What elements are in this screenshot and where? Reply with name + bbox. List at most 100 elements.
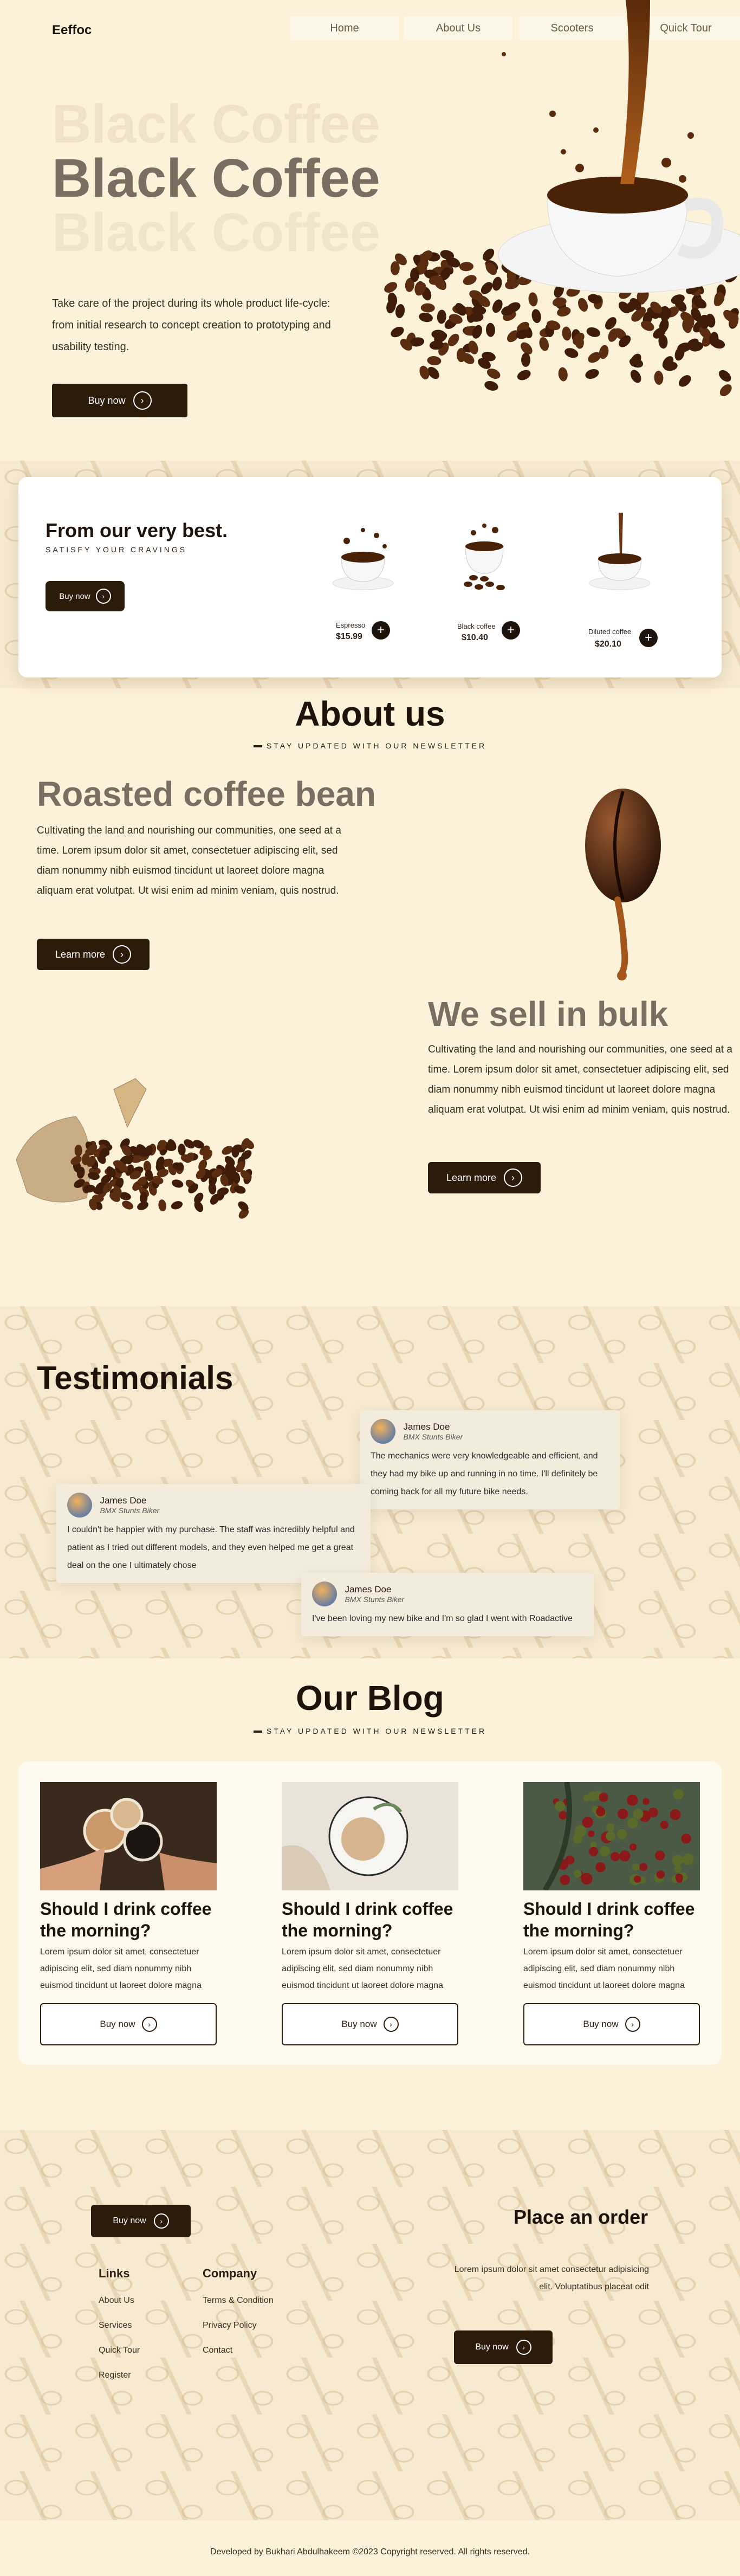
place-order-title: Place an order	[514, 2206, 648, 2228]
testimonial-card-3: James Doe BMX Stunts Biker I've been lov…	[301, 1573, 594, 1636]
blog-post-title[interactable]: Should I drink coffee the morning?	[523, 1898, 718, 1941]
copyright-text: Developed by Bukhari Abdulhakeem ©2023 C…	[210, 2547, 530, 2556]
best-title: From our very best.	[46, 519, 228, 541]
product-black-coffee-image	[464, 524, 505, 590]
blog-post-text: Lorem ipsum dolor sit amet, consectetuer…	[40, 1947, 202, 1990]
footer-buy-now-button[interactable]: Buy now ›	[91, 2205, 191, 2237]
roasted-title: Roasted coffee bean	[37, 774, 376, 814]
hero-title: Black Coffee	[52, 148, 380, 209]
product-espresso-price: $15.99	[336, 632, 362, 641]
place-order-text: Lorem ipsum dolor sit amet consectetur a…	[454, 2265, 649, 2291]
plus-icon[interactable]: +	[639, 629, 658, 647]
blog-title: Our Blog	[296, 1678, 444, 1718]
footer-link-quick-tour[interactable]: Quick Tour	[99, 2346, 140, 2355]
arrow-right-icon: ›	[153, 2213, 169, 2229]
blog-card-1: Should I drink coffee the morning? Lorem…	[40, 1782, 235, 1994]
blog-card-3: Should I drink coffee the morning? Lorem…	[523, 1782, 718, 1994]
blog-post-text: Lorem ipsum dolor sit amet, consectetuer…	[282, 1947, 443, 1990]
blog-post-title[interactable]: Should I drink coffee the morning?	[282, 1898, 477, 1941]
blog-image-coffee-cherries	[523, 1782, 700, 1890]
arrow-right-icon: ›	[516, 2340, 531, 2355]
bulk-text: Cultivating the land and nourishing our …	[428, 1044, 732, 1115]
place-order-buy-now-button[interactable]: Buy now ›	[454, 2330, 553, 2364]
footer-company-title: Company	[203, 2267, 257, 2280]
hero-title-ghost-bottom: Black Coffee	[52, 202, 380, 263]
testimonial-card-2: James Doe BMX Stunts Biker I couldn't be…	[56, 1484, 371, 1583]
footer-buy-now-label: Buy now	[113, 2216, 146, 2225]
product-espresso-name: Espresso	[336, 621, 366, 629]
blog-buy-now-button-3[interactable]: Buy now ›	[523, 2003, 700, 2045]
best-subtitle: SATISFY YOUR CRAVINGS	[46, 545, 187, 554]
about-subtitle-text: STAY UPDATED WITH OUR NEWSLETTER	[266, 741, 487, 750]
blog-buy-now-label: Buy now	[341, 2019, 377, 2029]
testimonial-name: James Doe	[100, 1495, 147, 1506]
blog-buy-now-button-2[interactable]: Buy now ›	[282, 2003, 458, 2045]
about-title: About us	[295, 694, 445, 733]
product-diluted-coffee-name: Diluted coffee	[588, 628, 632, 636]
hero-coffee-cup-image	[384, 0, 740, 397]
arrow-right-icon: ›	[625, 2017, 640, 2032]
bulk-learn-more-button[interactable]: Learn more ›	[428, 1162, 541, 1193]
place-order-buy-now-label: Buy now	[475, 2342, 509, 2352]
blog-subtitle: STAY UPDATED WITH OUR NEWSLETTER	[0, 1727, 740, 1735]
blog-subtitle-text: STAY UPDATED WITH OUR NEWSLETTER	[266, 1727, 487, 1735]
testimonial-text: I've been loving my new bike and I'm so …	[312, 1614, 573, 1623]
blog-card-2: Should I drink coffee the morning? Lorem…	[282, 1782, 477, 1994]
hero-description: Take care of the project during its whol…	[52, 298, 331, 353]
testimonials-title: Testimonials	[37, 1360, 233, 1396]
testimonial-role: BMX Stunts Biker	[100, 1506, 160, 1515]
testimonial-name: James Doe	[403, 1422, 450, 1432]
arrow-right-icon: ›	[383, 2017, 399, 2032]
hero-buy-now-label: Buy now	[88, 395, 126, 406]
product-diluted-coffee-image	[589, 513, 651, 590]
blog-image-cups	[40, 1782, 217, 1890]
blog-post-text: Lorem ipsum dolor sit amet, consectetuer…	[523, 1947, 685, 1990]
hero-title-ghost-top: Black Coffee	[52, 94, 380, 154]
footer-link-register[interactable]: Register	[99, 2371, 131, 2380]
avatar	[67, 1493, 92, 1518]
best-buy-now-label: Buy now	[59, 591, 90, 601]
testimonial-role: BMX Stunts Biker	[403, 1432, 463, 1441]
testimonial-card-1: James Doe BMX Stunts Biker The mechanics…	[360, 1410, 620, 1509]
coffee-bean-drip-image	[585, 789, 661, 980]
burlap-sack-beans-image	[16, 1078, 255, 1219]
product-diluted-coffee-price: $20.10	[595, 640, 621, 649]
best-buy-now-button[interactable]: Buy now ›	[46, 581, 125, 611]
hero-buy-now-button[interactable]: Buy now ›	[52, 384, 187, 417]
arrow-right-icon: ›	[141, 2017, 157, 2032]
footer-links-title: Links	[99, 2267, 130, 2280]
brand-logo[interactable]: Eeffoc	[52, 23, 92, 38]
bulk-title: We sell in bulk	[428, 995, 668, 1034]
product-black-coffee-name: Black coffee	[457, 622, 496, 630]
blog-buy-now-label: Buy now	[100, 2019, 135, 2029]
bulk-learn-more-label: Learn more	[446, 1172, 497, 1183]
footer-link-privacy[interactable]: Privacy Policy	[203, 2321, 257, 2330]
footer-link-services[interactable]: Services	[99, 2321, 132, 2330]
subtitle-bar	[253, 745, 262, 748]
roasted-learn-more-button[interactable]: Learn more ›	[37, 939, 150, 970]
footer-link-terms[interactable]: Terms & Condition	[203, 2296, 274, 2306]
blog-buy-now-button-1[interactable]: Buy now ›	[40, 2003, 217, 2045]
arrow-right-icon: ›	[504, 1168, 523, 1187]
blog-image-latte	[282, 1782, 458, 1890]
avatar	[371, 1419, 395, 1444]
footer-link-contact[interactable]: Contact	[203, 2346, 232, 2355]
subtitle-bar	[253, 1731, 262, 1733]
testimonial-name: James Doe	[345, 1584, 392, 1594]
arrow-right-icon: ›	[133, 391, 152, 410]
about-subtitle: STAY UPDATED WITH OUR NEWSLETTER	[0, 741, 740, 750]
plus-icon[interactable]: +	[372, 621, 390, 640]
roasted-text: Cultivating the land and nourishing our …	[37, 825, 341, 896]
product-espresso-image	[332, 528, 394, 590]
footer-link-about-us[interactable]: About Us	[99, 2296, 134, 2306]
testimonial-role: BMX Stunts Biker	[345, 1595, 405, 1604]
blog-post-title[interactable]: Should I drink coffee the morning?	[40, 1898, 235, 1941]
product-black-coffee-price: $10.40	[462, 633, 488, 642]
testimonial-text: The mechanics were very knowledgeable an…	[371, 1451, 598, 1496]
blog-buy-now-label: Buy now	[583, 2019, 619, 2029]
roasted-learn-more-label: Learn more	[55, 948, 106, 960]
arrow-right-icon: ›	[95, 589, 111, 604]
avatar	[312, 1581, 337, 1606]
testimonial-text: I couldn't be happier with my purchase. …	[67, 1525, 355, 1570]
plus-icon[interactable]: +	[502, 621, 520, 640]
